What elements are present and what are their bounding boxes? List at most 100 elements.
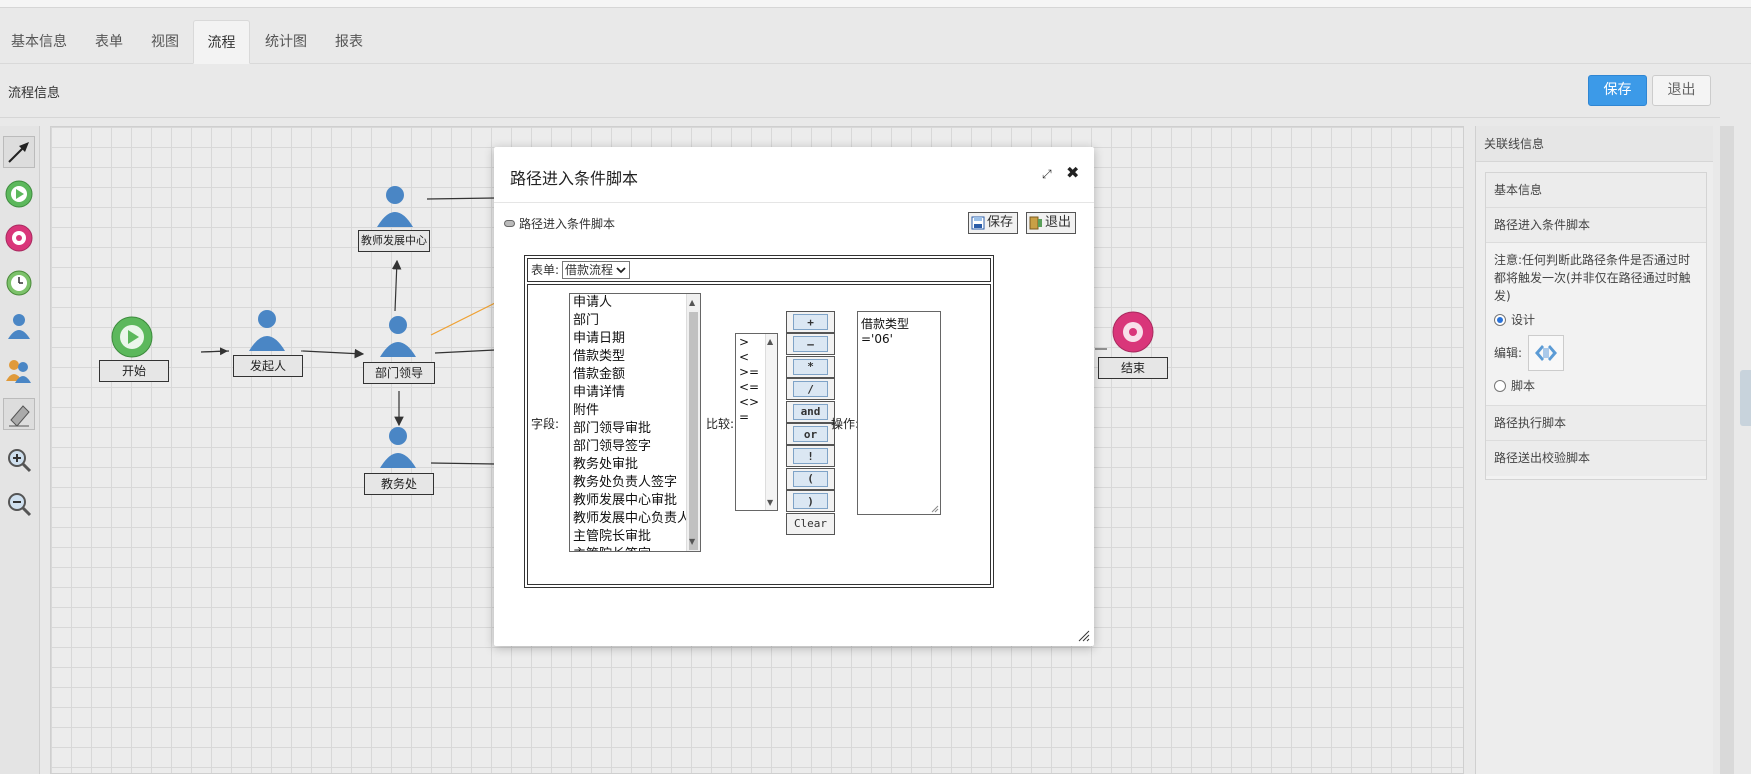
save-button[interactable]: 保存 [1588, 75, 1647, 106]
edge-academic-out[interactable] [430, 462, 496, 465]
edit-label: 编辑: [1494, 346, 1523, 360]
operator-button-label: / [793, 381, 828, 398]
zoom-in-icon[interactable] [3, 444, 35, 476]
script-textarea[interactable]: 借款类型='06' [857, 311, 941, 515]
edge-selected[interactable] [430, 302, 496, 336]
end-node-tool-icon[interactable] [3, 222, 35, 254]
field-option[interactable]: 申请详情 [570, 384, 700, 402]
edge-teacher-out[interactable] [426, 197, 496, 200]
start-node-label[interactable]: 开始 [99, 360, 169, 382]
compare-list-scrollbar[interactable]: ▲ ▼ [765, 334, 777, 510]
teacher-center-node-label[interactable]: 教师发展中心 [358, 230, 430, 252]
collapse-handle[interactable] [1740, 370, 1751, 426]
dialog-exit-button[interactable]: 退出 [1026, 212, 1077, 234]
operator-button[interactable]: ! [786, 445, 835, 468]
start-node-icon[interactable] [110, 315, 154, 363]
initiator-node-icon[interactable] [245, 307, 289, 357]
eraser-tool-icon[interactable] [3, 398, 35, 430]
operator-button[interactable]: / [786, 378, 835, 401]
academic-node-label[interactable]: 教务处 [364, 473, 434, 495]
operator-button[interactable]: and [786, 400, 835, 423]
note-text: 注意:任何判断此路径条件是否通过时都将触发一次(并非仅在路径通过时触发) [1494, 253, 1691, 303]
user-task-tool-icon[interactable] [3, 310, 35, 342]
field-option[interactable]: 教师发展中心负责人签字 [570, 510, 700, 528]
field-option[interactable]: 教师发展中心审批 [570, 492, 700, 510]
operator-buttons: + — * / and or! () Clear [786, 311, 835, 571]
tab-flow[interactable]: 流程 [193, 20, 250, 64]
field-option[interactable]: 借款类型 [570, 348, 700, 366]
teacher-center-node-icon[interactable] [373, 183, 417, 233]
dialog-title: 路径进入条件脚本 [510, 169, 639, 188]
page-scrollbar[interactable] [1720, 126, 1734, 774]
field-option[interactable]: 申请日期 [570, 330, 700, 348]
operator-button[interactable]: ( [786, 467, 835, 490]
operator-button[interactable]: — [786, 333, 835, 356]
operator-button[interactable]: * [786, 355, 835, 378]
design-label: 设计 [1511, 313, 1536, 327]
script-label: 脚本 [1511, 379, 1536, 393]
group-task-tool-icon[interactable] [3, 354, 35, 386]
accordion-entry-script[interactable]: 路径进入条件脚本 [1486, 208, 1706, 243]
compare-listbox[interactable]: > < >= <= <> = ▲ ▼ [735, 333, 778, 511]
clear-button[interactable]: Clear [786, 512, 835, 535]
field-option[interactable]: 部门领导签字 [570, 438, 700, 456]
academic-node-icon[interactable] [376, 424, 420, 474]
tab-report[interactable]: 报表 [324, 20, 374, 64]
chevron-down-icon [616, 267, 626, 274]
dialog-resize-icon[interactable] [1078, 630, 1090, 642]
end-node-label[interactable]: 结束 [1098, 357, 1168, 379]
dept-leader-node-icon[interactable] [376, 313, 420, 363]
tab-form[interactable]: 表单 [84, 20, 134, 64]
tool-palette [0, 126, 40, 774]
operator-button[interactable]: or [786, 423, 835, 445]
compare-label: 比较: [706, 417, 735, 431]
tab-basic-info[interactable]: 基本信息 [0, 20, 78, 64]
field-option[interactable]: 借款金额 [570, 366, 700, 384]
pointer-tool-icon[interactable] [3, 136, 35, 168]
script-radio[interactable] [1494, 380, 1506, 392]
operator-button[interactable]: ) [786, 490, 835, 513]
tab-view[interactable]: 视图 [140, 20, 190, 64]
design-radio[interactable] [1494, 314, 1506, 326]
close-icon[interactable]: ✖ [1066, 163, 1079, 182]
operator-button-label: ) [793, 493, 828, 510]
script-icon [504, 219, 515, 227]
form-label: 表单: [531, 263, 560, 277]
field-option[interactable]: 教务处负责人签字 [570, 474, 700, 492]
edge-to-end[interactable] [1095, 347, 1125, 357]
zoom-out-icon[interactable] [3, 488, 35, 520]
script-edit-icon[interactable] [1528, 335, 1565, 371]
edge-dept-out[interactable] [434, 349, 496, 354]
form-select[interactable]: 借款流程 [562, 261, 631, 279]
dialog-save-button[interactable]: 保存 [968, 212, 1019, 234]
field-option[interactable]: 部门领导审批 [570, 420, 700, 438]
accordion-basic-info[interactable]: 基本信息 [1486, 173, 1706, 208]
accordion-send-check-script[interactable]: 路径送出校验脚本 [1486, 441, 1706, 476]
accordion-exec-script[interactable]: 路径执行脚本 [1486, 406, 1706, 441]
maximize-icon[interactable]: ⤢ [1042, 167, 1052, 182]
field-option[interactable]: 附件 [570, 402, 700, 420]
operator-button[interactable]: + [786, 311, 835, 333]
field-option[interactable]: 主管院长签字 [570, 546, 700, 551]
edge-properties: 基本信息 路径进入条件脚本 注意:任何判断此路径条件是否通过时都将触发一次(并非… [1485, 172, 1707, 480]
form-select-row: 表单: 借款流程 [527, 258, 991, 282]
timer-tool-icon[interactable] [3, 266, 35, 298]
initiator-node-label[interactable]: 发起人 [233, 355, 303, 377]
field-list-scrollbar[interactable]: ▲ ▼ [686, 294, 700, 551]
edge-initiator-dept[interactable] [302, 348, 365, 359]
floppy-icon [971, 216, 985, 230]
tab-chart[interactable]: 统计图 [256, 20, 316, 64]
field-option[interactable]: 教务处审批 [570, 456, 700, 474]
operator-button-label: + [793, 314, 828, 330]
edge-dept-teacher[interactable] [391, 259, 402, 312]
field-listbox[interactable]: 申请人 部门 申请日期 借款类型 借款金额 申请详情 附件 部门领导审批 部门领导签字 教务处审批… [569, 293, 701, 552]
builder-body: 字段: 申请人 部门 申请日期 借款类型 借款金额 申请详情 附件 部门领导审批 部门领导签字教… [527, 284, 991, 585]
field-option[interactable]: 申请人 [570, 294, 700, 312]
field-label: 字段: [531, 417, 560, 431]
textarea-resize-icon[interactable] [931, 505, 939, 513]
field-option[interactable]: 主管院长审批 [570, 528, 700, 546]
start-node-tool-icon[interactable] [3, 178, 35, 210]
field-option[interactable]: 部门 [570, 312, 700, 330]
dept-leader-node-label[interactable]: 部门领导 [363, 362, 435, 384]
exit-button[interactable]: 退出 [1652, 75, 1711, 106]
